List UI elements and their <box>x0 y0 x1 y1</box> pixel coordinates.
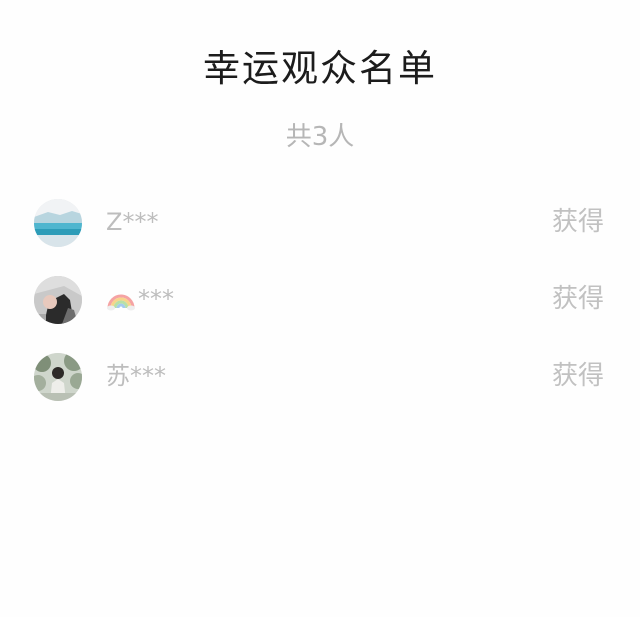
winner-name: *** <box>106 283 174 315</box>
landscape-avatar-icon <box>34 199 82 247</box>
page-title: 幸运观众名单 <box>203 47 437 90</box>
winner-name: 苏*** <box>106 362 166 390</box>
avatar <box>34 199 82 247</box>
avatar <box>34 276 82 324</box>
outdoor-avatar-icon <box>34 353 82 401</box>
list-item: *** 获得 <box>0 271 640 348</box>
winner-count: 共3人 <box>285 122 355 152</box>
winner-status: 获得 <box>551 284 604 314</box>
winner-list: Z*** 获得 *** 获得 苏*** 获得 <box>0 194 640 425</box>
winner-name: Z*** <box>106 208 159 236</box>
rainbow-icon <box>107 294 135 311</box>
list-item: 苏*** 获得 <box>0 348 640 425</box>
avatar <box>34 353 82 401</box>
winner-status: 获得 <box>551 207 604 237</box>
lucky-audience-panel: 幸运观众名单 共3人 Z*** 获得 *** 获得 苏*** 获得 <box>0 0 640 617</box>
list-item: Z*** 获得 <box>0 194 640 271</box>
winner-status: 获得 <box>551 361 604 391</box>
person-avatar-icon <box>34 276 82 324</box>
